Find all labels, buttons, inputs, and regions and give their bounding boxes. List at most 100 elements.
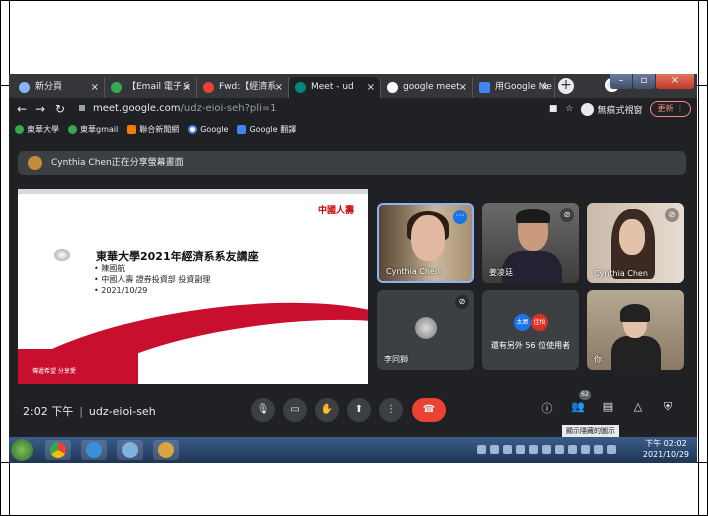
tray-icon[interactable] <box>542 445 551 454</box>
tab-bar: 新分頁 × 【Email 電子彡 × Fwd:【經濟系 × Meet - ud … <box>9 74 697 98</box>
tray-icon[interactable] <box>503 445 512 454</box>
shared-screen: 中國人壽 東華大學2021年經濟系系友講座 陳國航 中國人壽 證券投資部 投資副… <box>18 189 368 384</box>
update-button[interactable]: 更新 ⋮ <box>650 101 691 117</box>
more-options-icon[interactable]: ⋯ <box>453 210 467 224</box>
bookmark-item[interactable]: Google 翻譯 <box>237 124 296 135</box>
tray-icon[interactable] <box>477 445 486 454</box>
participant-name: Cynthia Chen <box>594 269 648 278</box>
meet-icon <box>295 82 306 93</box>
divider: | <box>79 405 83 418</box>
participant-name: Cynthia Chen <box>386 267 440 276</box>
tab-google-meet[interactable]: google meet × <box>381 77 473 98</box>
mic-button[interactable]: 🎙 <box>251 398 275 422</box>
clock-date: 2021/10/29 <box>642 450 689 459</box>
back-icon[interactable]: ← <box>17 101 27 117</box>
tray-icon[interactable] <box>594 445 603 454</box>
window-controls: – ▫ × <box>609 74 694 91</box>
participant-video <box>611 336 661 370</box>
tooltip: 顯示隱藏的圖示 <box>562 425 619 437</box>
slide-bullet: 中國人壽 證券投資部 投資副理 <box>94 274 210 285</box>
forward-icon[interactable]: → <box>35 101 45 117</box>
window-close-icon[interactable]: × <box>656 74 694 89</box>
slide-footer: 傳遞希望 分享愛 <box>32 368 76 375</box>
bookmarks-bar: 東華大學 東華gmail 聯合新聞網 Google Google 翻譯 <box>9 120 697 138</box>
chrome-icon <box>50 442 66 458</box>
screenshot: 新分頁 × 【Email 電子彡 × Fwd:【經濟系 × Meet - ud … <box>9 74 697 463</box>
start-button[interactable] <box>11 439 33 461</box>
chat-button[interactable]: ▤ <box>599 400 617 413</box>
maximize-icon[interactable]: ▫ <box>633 74 655 89</box>
tray-icon[interactable] <box>555 445 564 454</box>
activities-button[interactable]: △ <box>629 400 647 413</box>
doc-icon <box>479 82 490 93</box>
close-icon[interactable]: × <box>91 77 99 98</box>
tab-label: Fwd:【經濟系 <box>219 82 277 92</box>
bookmark-item[interactable]: Google <box>188 124 229 134</box>
minimize-icon[interactable]: – <box>610 74 632 89</box>
mic-muted-icon: ⊘ <box>560 208 574 222</box>
self-tile[interactable]: 你 <box>587 290 684 370</box>
clock-time: 下午 02:02 <box>645 439 687 448</box>
tab-fwd[interactable]: Fwd:【經濟系 × <box>197 77 289 98</box>
tray-icon[interactable] <box>568 445 577 454</box>
bookmark-label: 東華gmail <box>80 124 119 134</box>
close-icon[interactable]: × <box>459 77 467 98</box>
close-icon[interactable]: × <box>541 77 549 98</box>
slide-title: 東華大學2021年經濟系系友講座 <box>96 250 259 263</box>
bookmark-label: Google 翻譯 <box>249 124 297 134</box>
bookmark-favicon-icon <box>15 124 24 134</box>
bookmark-item[interactable]: 聯合新聞網 <box>127 124 179 135</box>
avatar <box>28 156 42 170</box>
tab-meet[interactable]: Meet - ud × <box>289 77 381 98</box>
participant-tile[interactable]: ⊘ 姜凌廷 <box>482 203 579 283</box>
tab-use-google-meet[interactable]: 用Google Me × <box>473 77 555 98</box>
bookmark-label: Google <box>200 124 229 134</box>
info-icon: ⓘ <box>541 402 553 415</box>
camera-indicator-icon[interactable]: ■ <box>549 104 558 114</box>
more-participants-tile[interactable]: 太屌 佳怡 還有另外 56 位使用者 <box>482 290 579 370</box>
taskbar-clock[interactable]: 下午 02:02 2021/10/29 <box>643 438 689 460</box>
incognito-indicator[interactable]: 無痕式視窗 <box>581 102 642 116</box>
participant-tile[interactable]: ⊘ 李同獅 <box>377 290 474 370</box>
taskbar-ie[interactable] <box>81 440 107 460</box>
taskbar-paint[interactable] <box>153 440 179 460</box>
paint-icon <box>158 442 174 458</box>
reload-icon[interactable]: ↻ <box>55 101 65 117</box>
tray-icon[interactable] <box>529 445 538 454</box>
tab-email[interactable]: 【Email 電子彡 × <box>105 77 197 98</box>
close-icon[interactable]: × <box>183 77 191 98</box>
tray-icon[interactable] <box>490 445 499 454</box>
taskbar-app[interactable] <box>117 440 143 460</box>
bookmark-item[interactable]: 東華gmail <box>68 124 118 135</box>
tray-icon[interactable] <box>581 445 590 454</box>
new-tab-button[interactable]: + <box>558 78 574 94</box>
more-options-button[interactable]: ⋮ <box>379 398 403 422</box>
present-button[interactable]: ⬆ <box>347 398 371 422</box>
address-bar[interactable]: meet.google.com/udz-eioi-seh?pli=1 <box>77 100 585 118</box>
bookmark-star-icon[interactable]: ☆ <box>565 104 573 114</box>
raise-hand-button[interactable]: ✋ <box>315 398 339 422</box>
people-button[interactable]: 👥 <box>569 400 587 413</box>
bookmark-item[interactable]: 東華大學 <box>15 124 59 135</box>
slide-bullet: 2021/10/29 <box>94 285 210 296</box>
participant-tile[interactable]: ⊘ Cynthia Chen <box>587 203 684 283</box>
meeting-info: 2:02 下午 | udz-eioi-seh <box>23 403 156 419</box>
leave-call-button[interactable]: ☎ <box>412 398 446 422</box>
host-controls-button[interactable]: ⛨ <box>659 400 677 414</box>
tray-icon[interactable] <box>516 445 525 454</box>
taskbar-chrome[interactable] <box>45 440 71 460</box>
meeting-code: udz-eioi-seh <box>88 405 156 418</box>
participant-tile[interactable]: ⋯ Cynthia Chen <box>377 203 474 283</box>
close-icon[interactable]: × <box>367 77 375 98</box>
bookmark-label: 聯合新聞網 <box>139 124 180 134</box>
tab-new[interactable]: 新分頁 × <box>13 77 105 98</box>
participant-count-badge: 62 <box>579 390 591 400</box>
camera-button[interactable]: ▭ <box>283 398 307 422</box>
present-icon: ⬆ <box>354 404 364 415</box>
tab-label: 【Email 電子彡 <box>127 82 191 92</box>
participant-video <box>516 209 550 223</box>
close-icon[interactable]: × <box>275 77 283 98</box>
tray-icon[interactable] <box>607 445 616 454</box>
meeting-details-button[interactable]: ⓘ <box>538 400 556 416</box>
slide-bullets: 陳國航 中國人壽 證券投資部 投資副理 2021/10/29 <box>94 263 210 296</box>
